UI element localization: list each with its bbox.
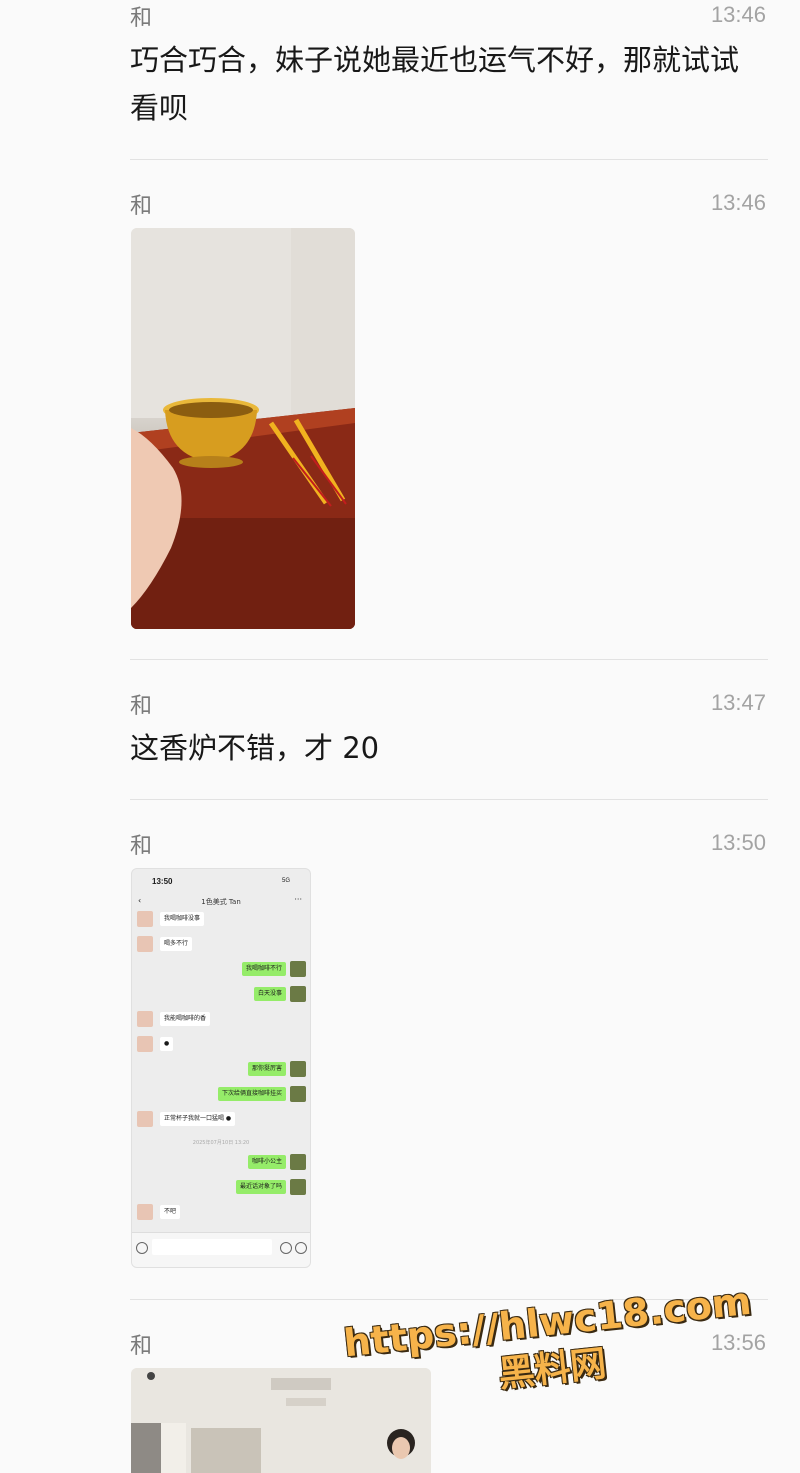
screenshot-status-time: 13:50 [152, 877, 173, 886]
screenshot-avatar [290, 1154, 306, 1170]
message-text: 这香炉不错，才 20 [130, 731, 380, 765]
screenshot-status-signal: 5G [281, 878, 290, 884]
sender-name: 和 [130, 1334, 153, 1359]
voice-icon [136, 1242, 148, 1254]
screenshot-avatar [137, 936, 153, 952]
screenshot-avatar [137, 1111, 153, 1127]
screenshot-avatar [290, 1061, 306, 1077]
more-icon: ··· [294, 895, 302, 904]
screenshot-avatar [290, 1179, 306, 1195]
screenshot-bubble: 我喝咖啡没事 [160, 912, 205, 926]
screenshot-avatar [290, 986, 306, 1002]
incense-burner-illustration [131, 228, 355, 629]
screenshot-avatar [290, 961, 306, 977]
message-time: 13:47 [710, 690, 766, 715]
sender-name: 和 [130, 834, 153, 859]
incense-burner-photo[interactable] [131, 228, 355, 629]
screenshot-avatar [290, 1086, 306, 1102]
sender-name: 和 [130, 194, 153, 219]
screenshot-bubble: 不吧 [160, 1205, 181, 1219]
screenshot-bubble: 咖啡小公主 [247, 1155, 286, 1169]
message-time: 13:46 [710, 190, 766, 215]
message-text: 巧合巧合，妹子说她最近也运气不好，那就试试看呗 [130, 43, 740, 125]
plus-icon [295, 1242, 307, 1254]
screenshot-title: 1色美式 Tan [201, 898, 241, 906]
screenshot-avatar [137, 1204, 153, 1220]
screenshot-bubble: 白天没事 [253, 987, 286, 1001]
screenshot-bubble: 我能喝咖啡的香 [160, 1012, 211, 1026]
sender-name: 和 [130, 6, 153, 31]
screenshot-bubble: 最近话对象了吗 [235, 1180, 286, 1194]
watermark: https://hlwc18.com 黑料网 [326, 1277, 773, 1414]
screenshot-timestamp: 2025年07月10日 13:20 [192, 1140, 250, 1146]
emoji-icon [280, 1242, 292, 1254]
screenshot-avatar [137, 1036, 153, 1052]
screenshot-input-field [152, 1239, 272, 1255]
screenshot-bubble: ● [160, 1037, 174, 1051]
divider [130, 159, 768, 160]
sender-name: 和 [130, 694, 153, 719]
screenshot-bubble: 正常杯子我就一口猛喝 ● [160, 1112, 236, 1126]
screenshot-input-bar [132, 1232, 310, 1267]
message-time: 13:46 [710, 2, 766, 27]
chat-screenshot-image[interactable]: 13:50 5G ‹ 1色美式 Tan ··· 我喝咖啡没事 喝多不行 我喝咖啡不行… [131, 868, 311, 1268]
screenshot-avatar [137, 1011, 153, 1027]
divider [130, 799, 768, 800]
screenshot-bubble: 喝多不行 [160, 937, 193, 951]
screenshot-bubble: 下次给俩直接咖啡挂买 [217, 1087, 286, 1101]
screenshot-avatar [137, 911, 153, 927]
screenshot-bubble: 那你挺厉害 [247, 1062, 286, 1076]
divider [130, 659, 768, 660]
message-time: 13:50 [710, 830, 766, 855]
screenshot-bubble: 我喝咖啡不行 [241, 962, 286, 976]
